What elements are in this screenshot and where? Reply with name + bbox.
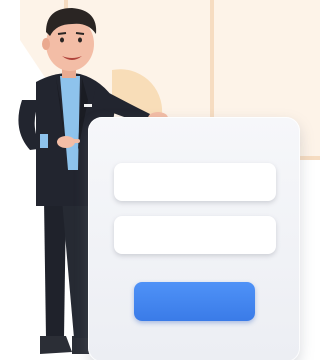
illustration-scene (0, 0, 320, 360)
username-field[interactable] (114, 163, 276, 201)
login-form-card (88, 117, 300, 360)
password-field[interactable] (114, 216, 276, 254)
left-shoe (40, 336, 72, 354)
submit-button[interactable] (134, 282, 255, 321)
